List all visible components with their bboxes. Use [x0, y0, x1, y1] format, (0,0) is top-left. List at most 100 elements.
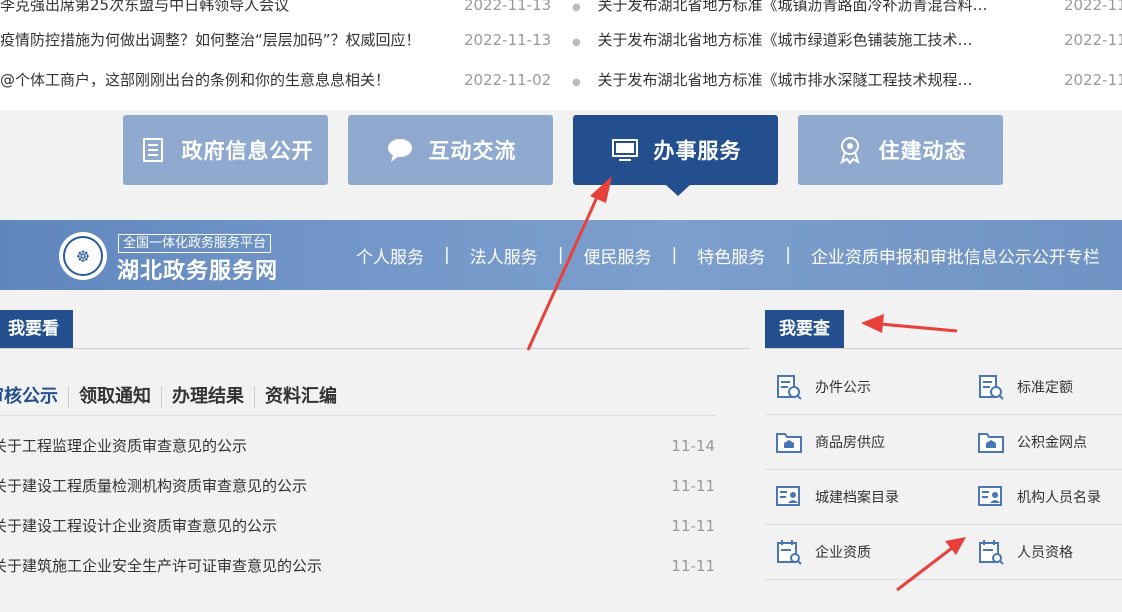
news-date: 2022-11 [1064, 71, 1122, 89]
bullet-icon: ● [572, 37, 581, 48]
list-item[interactable]: 关于建设工程质量检测机构资质审查意见的公示 11-11 [0, 474, 715, 498]
notice-date: 11-11 [671, 477, 715, 495]
news-date: 2022-11-02 [464, 71, 552, 89]
id-card-icon [978, 486, 1002, 506]
news-item[interactable]: ● 关于发布湖北省地方标准《城市排水深隧工程技术规程… 2022-11 [572, 67, 1122, 93]
subtab-pickup-notice[interactable]: 领取通知 [69, 386, 162, 408]
nav-legal-services[interactable]: 法人服务 [470, 243, 538, 268]
folder-building-icon [978, 433, 1004, 453]
query-standard-quota[interactable]: 标准定额 [977, 367, 1073, 407]
panel-title-view: 我要看 [0, 310, 73, 348]
nav-separator: | [785, 245, 791, 265]
query-label: 城建档案目录 [815, 490, 899, 506]
news-date: 2022-11 [1064, 31, 1122, 49]
monitor-icon [610, 135, 640, 165]
content-section: 我要看 审核公示 领取通知 办理结果 资料汇编 关于工程监理企业资质审查意见的公… [0, 290, 1122, 612]
tab-label: 住建动态 [878, 139, 967, 163]
nav-qualification-column[interactable]: 企业资质申报和审批信息公示公开专栏 [811, 243, 1100, 268]
news-item[interactable]: 李克强出席第25次东盟与中日韩领导人会议 2022-11-13 [0, 0, 555, 18]
subtab-materials[interactable]: 资料汇编 [255, 386, 347, 408]
nav-personal-services[interactable]: 个人服务 [356, 243, 424, 268]
news-date: 2022-11 [1064, 0, 1122, 14]
query-label: 企业资质 [815, 545, 871, 561]
tab-government-info[interactable]: 政府信息公开 [123, 115, 328, 185]
subtab-results[interactable]: 办理结果 [162, 386, 255, 408]
platform-tag: 全国一体化政务服务平台 [118, 234, 272, 253]
news-item[interactable]: 疫情防控措施为何做出调整？如何整治“层层加码”？权威回应！ 2022-11-13 [0, 27, 555, 53]
query-label: 办件公示 [815, 380, 871, 396]
query-staff-directory[interactable]: 机构人员名录 [977, 477, 1101, 517]
id-card-icon [776, 486, 800, 506]
calendar-search-icon [777, 540, 802, 565]
news-date: 2022-11-13 [464, 31, 552, 49]
tab-interaction[interactable]: 互动交流 [348, 115, 553, 185]
right-panel: 我要查 办件公示 标准定额 商品房供应 公积金网点 城建档案目录 机构人员名录 [765, 310, 1122, 612]
nav-convenience-services[interactable]: 便民服务 [583, 243, 651, 268]
notice-date: 11-11 [671, 557, 715, 575]
divider [765, 524, 1122, 525]
document-list-icon [138, 135, 168, 165]
list-item[interactable]: 关于工程监理企业资质审查意见的公示 11-14 [0, 434, 715, 458]
notice-title[interactable]: 关于建设工程质量检测机构资质审查意见的公示 [0, 474, 307, 498]
list-item[interactable]: 关于建设工程设计企业资质审查意见的公示 11-11 [0, 514, 715, 538]
calendar-search-icon [979, 540, 1004, 565]
query-label: 人员资格 [1017, 545, 1073, 561]
emblem-logo[interactable]: ☸ [59, 232, 107, 280]
news-title[interactable]: 关于发布湖北省地方标准《城市排水深隧工程技术规程… [598, 71, 973, 89]
list-item[interactable]: 关于建筑施工企业安全生产许可证审查意见的公示 11-11 [0, 554, 715, 578]
news-title[interactable]: 李克强出席第25次东盟与中日韩领导人会议 [0, 0, 289, 14]
tab-label: 互动交流 [428, 139, 517, 163]
news-title[interactable]: 关于发布湖北省地方标准《城市绿道彩色铺装施工技术… [598, 31, 973, 49]
query-enterprise-qualification[interactable]: 企业资质 [775, 532, 871, 572]
tab-services[interactable]: 办事服务 [573, 115, 778, 185]
news-item[interactable]: ● 关于发布湖北省地方标准《城镇沥青路面冷补沥青混合料… 2022-11 [572, 0, 1122, 18]
divider [0, 415, 715, 416]
chat-bubble-icon [385, 135, 415, 165]
divider [765, 348, 1122, 349]
query-archive-catalog[interactable]: 城建档案目录 [775, 477, 899, 517]
banner-nav: 个人服务 | 法人服务 | 便民服务 | 特色服务 | 企业资质申报和审批信息公… [356, 242, 1100, 268]
service-banner: ☸ 全国一体化政务服务平台 湖北政务服务网 个人服务 | 法人服务 | 便民服务… [0, 220, 1122, 290]
tab-label: 政府信息公开 [181, 139, 314, 163]
category-tabs: 政府信息公开 互动交流 办事服务 住建动态 [0, 115, 1122, 196]
nav-special-services[interactable]: 特色服务 [697, 243, 765, 268]
news-title[interactable]: 关于发布湖北省地方标准《城镇沥青路面冷补沥青混合料… [598, 0, 988, 14]
emblem-icon: ☸ [63, 236, 103, 276]
notice-title[interactable]: 关于建设工程设计企业资质审查意见的公示 [0, 514, 277, 538]
query-case-publicity[interactable]: 办件公示 [775, 367, 871, 407]
subtab-review-publicity[interactable]: 审核公示 [0, 386, 69, 408]
folder-building-icon [776, 433, 802, 453]
active-tab-pointer [666, 185, 690, 196]
notice-title[interactable]: 关于建筑施工企业安全生产许可证审查意见的公示 [0, 554, 322, 578]
doc-search-icon [777, 375, 802, 400]
query-label: 公积金网点 [1017, 435, 1087, 451]
left-panel: 我要看 审核公示 领取通知 办理结果 资料汇编 关于工程监理企业资质审查意见的公… [0, 310, 750, 612]
news-title[interactable]: @个体工商户，这部刚刚出台的条例和你的生意息息相关！ [0, 71, 390, 89]
nav-separator: | [557, 245, 564, 265]
nav-separator: | [444, 245, 450, 265]
bullet-icon: ● [572, 2, 581, 13]
notice-date: 11-14 [671, 437, 715, 455]
query-label: 机构人员名录 [1017, 490, 1101, 506]
notice-title[interactable]: 关于工程监理企业资质审查意见的公示 [0, 434, 247, 458]
query-personnel-qualification[interactable]: 人员资格 [977, 532, 1073, 572]
divider [0, 348, 750, 349]
tab-construction-news[interactable]: 住建动态 [798, 115, 1003, 185]
tab-label: 办事服务 [653, 139, 742, 163]
news-date: 2022-11-13 [464, 0, 552, 14]
divider [765, 579, 1122, 580]
award-badge-icon [835, 135, 865, 165]
query-housing-supply[interactable]: 商品房供应 [775, 422, 885, 462]
doc-search-icon [979, 375, 1004, 400]
news-item[interactable]: ● 关于发布湖北省地方标准《城市绿道彩色铺装施工技术… 2022-11 [572, 27, 1122, 53]
platform-name[interactable]: 湖北政务服务网 [117, 253, 278, 285]
news-section: 李克强出席第25次东盟与中日韩领导人会议 2022-11-13 疫情防控措施为何… [0, 0, 1122, 110]
panel-title-query: 我要查 [765, 310, 844, 348]
query-fund-outlets[interactable]: 公积金网点 [977, 422, 1087, 462]
subtabs: 审核公示 领取通知 办理结果 资料汇编 [0, 380, 347, 414]
divider [765, 469, 1122, 470]
query-label: 商品房供应 [815, 435, 885, 451]
query-label: 标准定额 [1017, 380, 1073, 396]
news-item[interactable]: @个体工商户，这部刚刚出台的条例和你的生意息息相关！ 2022-11-02 [0, 67, 555, 93]
news-title[interactable]: 疫情防控措施为何做出调整？如何整治“层层加码”？权威回应！ [0, 31, 421, 49]
